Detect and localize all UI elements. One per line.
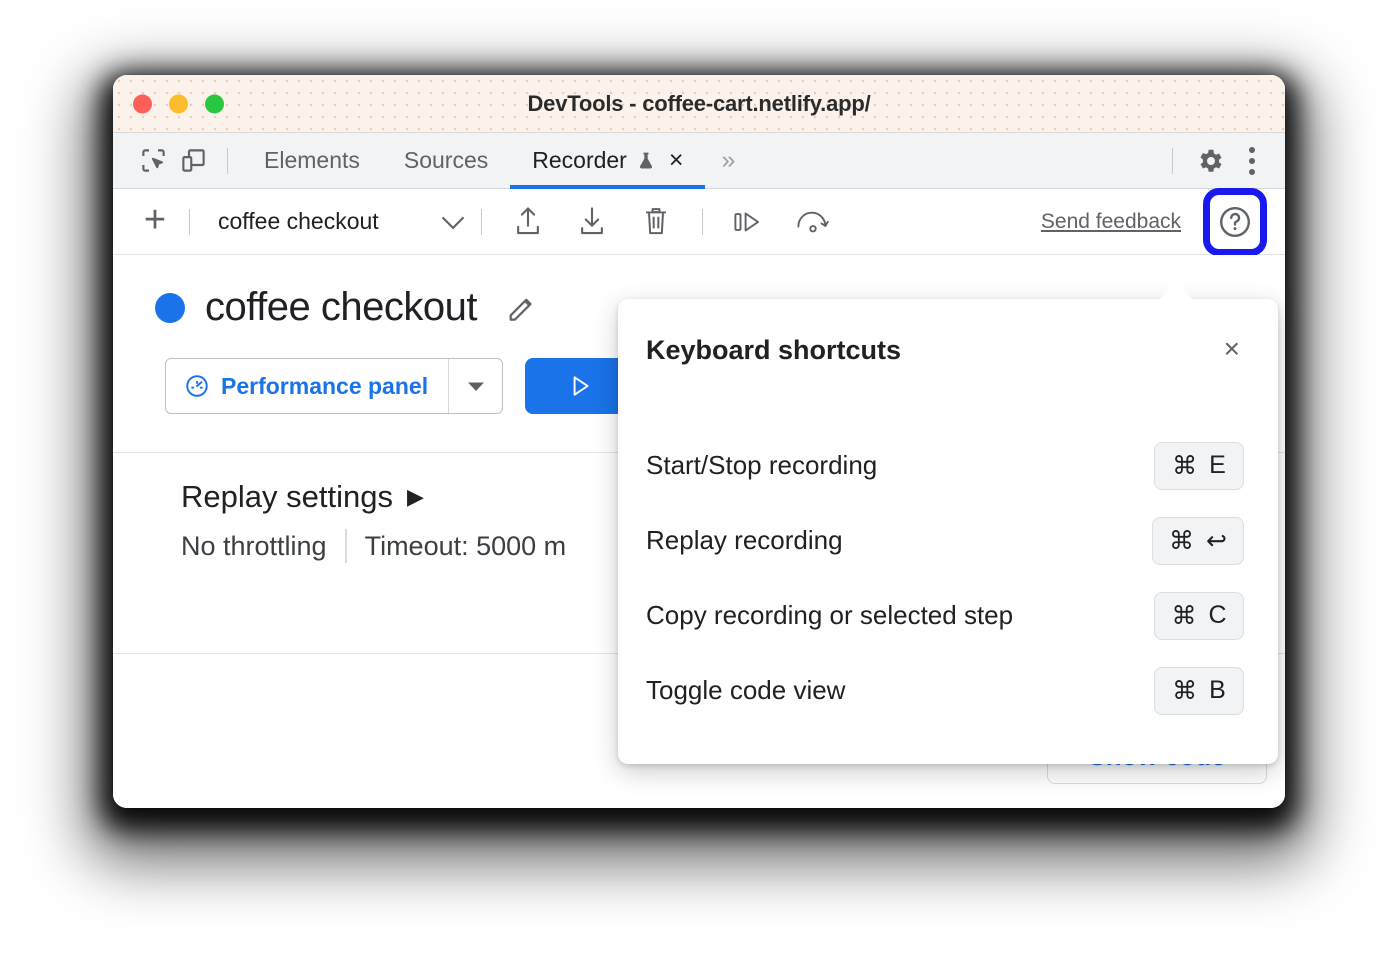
tab-elements-label: Elements (264, 147, 360, 174)
tabbar-right-divider (1172, 148, 1173, 174)
shortcut-label: Replay recording (646, 525, 843, 556)
settings-gear-icon[interactable] (1191, 141, 1231, 181)
devtools-window: DevTools - coffee-cart.netlify.app/ Elem… (113, 75, 1285, 808)
shortcut-row: Toggle code view ⌘ B (618, 653, 1278, 728)
popup-title: Keyboard shortcuts (646, 335, 901, 366)
export-recording-icon[interactable] (505, 200, 551, 244)
recording-status-dot (155, 293, 185, 323)
kebab-menu-icon[interactable] (1235, 141, 1269, 181)
tab-recorder[interactable]: Recorder × (510, 133, 705, 189)
shortcut-row: Start/Stop recording ⌘ E (618, 428, 1278, 503)
chevron-right-icon: ▶ (407, 484, 424, 510)
experiment-flask-icon (636, 150, 656, 172)
shortcut-label: Copy recording or selected step (646, 600, 1013, 631)
close-recorder-tab-icon[interactable]: × (669, 148, 684, 173)
shortcut-keys: ⌘ ↩ (1152, 517, 1244, 565)
tab-sources[interactable]: Sources (382, 133, 510, 189)
delete-recording-icon[interactable] (633, 200, 679, 244)
tabbar-divider (227, 148, 228, 174)
more-tabs-icon[interactable]: » (705, 146, 749, 175)
shortcut-row: Replay recording ⌘ ↩ (618, 503, 1278, 578)
shortcut-key: ⌘ (1172, 451, 1197, 481)
shortcut-keys: ⌘ E (1154, 442, 1244, 490)
shortcut-row: Copy recording or selected step ⌘ C (618, 578, 1278, 653)
replay-target-value[interactable]: Performance panel (166, 359, 448, 413)
window-titlebar: DevTools - coffee-cart.netlify.app/ (113, 75, 1285, 133)
shortcut-key: C (1208, 601, 1226, 630)
timeout-value: Timeout: 5000 m (365, 531, 567, 562)
recording-title: coffee checkout (205, 285, 477, 330)
edit-title-icon[interactable] (505, 291, 539, 325)
shortcut-keys: ⌘ C (1154, 592, 1244, 640)
screenshot-root: DevTools - coffee-cart.netlify.app/ Elem… (0, 0, 1398, 956)
recording-selector-label[interactable]: coffee checkout (218, 208, 379, 235)
close-popup-icon[interactable]: × (1224, 335, 1240, 363)
toolbar-divider-1 (189, 209, 190, 235)
import-recording-icon[interactable] (569, 200, 615, 244)
traffic-light-buttons (133, 94, 224, 113)
step-over-icon[interactable] (726, 200, 772, 244)
shortcut-key: E (1209, 451, 1226, 480)
shortcut-key: ⌘ (1172, 676, 1197, 706)
popup-header: Keyboard shortcuts × (618, 299, 1278, 366)
recorder-toolbar: + coffee checkout (113, 189, 1285, 255)
replay-target-caret-icon[interactable] (448, 359, 502, 413)
window-title: DevTools - coffee-cart.netlify.app/ (113, 91, 1285, 117)
shortcut-key: ↩ (1206, 526, 1227, 556)
help-button[interactable] (1205, 192, 1265, 252)
shortcut-key: ⌘ (1171, 601, 1196, 631)
replay-target-select[interactable]: Performance panel (165, 358, 503, 414)
chevron-down-icon[interactable] (439, 213, 467, 231)
shortcut-key: B (1209, 676, 1226, 705)
replay-play-icon (567, 373, 593, 399)
replay-settings-label: Replay settings (181, 479, 393, 515)
help-question-icon (1217, 204, 1253, 240)
maximize-window-button[interactable] (205, 94, 224, 113)
keyboard-shortcuts-popup: Keyboard shortcuts × Start/Stop recordin… (618, 299, 1278, 764)
shortcut-label: Toggle code view (646, 675, 845, 706)
add-recording-button[interactable]: + (135, 202, 175, 242)
minimize-window-button[interactable] (169, 94, 188, 113)
send-feedback-link[interactable]: Send feedback (1041, 210, 1181, 234)
close-window-button[interactable] (133, 94, 152, 113)
toolbar-divider-3 (702, 209, 703, 235)
tab-elements[interactable]: Elements (242, 133, 382, 189)
replay-target-label: Performance panel (221, 373, 428, 400)
shortcut-key: ⌘ (1169, 526, 1194, 556)
shortcut-list: Start/Stop recording ⌘ E Replay recordin… (618, 366, 1278, 728)
device-toolbar-icon[interactable] (173, 141, 213, 181)
summary-divider (345, 529, 347, 563)
throttling-value: No throttling (181, 531, 327, 562)
shortcut-keys: ⌘ B (1154, 667, 1244, 715)
inspect-element-icon[interactable] (133, 141, 173, 181)
shortcut-label: Start/Stop recording (646, 450, 877, 481)
devtools-tabbar: Elements Sources Recorder × » (113, 133, 1285, 189)
tab-sources-label: Sources (404, 147, 488, 174)
replay-again-icon[interactable] (790, 200, 836, 244)
toolbar-divider-2 (481, 209, 482, 235)
performance-gauge-icon (184, 373, 210, 399)
tab-recorder-label: Recorder (532, 147, 627, 174)
